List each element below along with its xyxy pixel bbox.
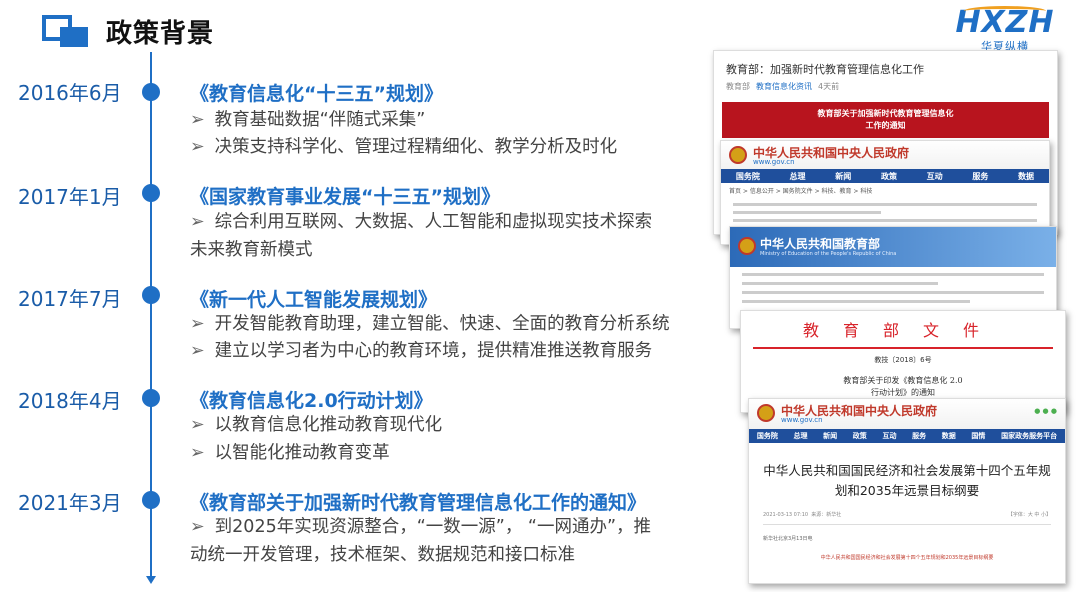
- timeline-bullet: ➢ 到2025年实现资源整合，“一数一源”， “一网通办”，推: [190, 517, 652, 537]
- timeline-entry-title: 《教育信息化2.0行动计划》: [190, 390, 433, 412]
- timeline-bullet: ➢ 开发智能教育助理，建立智能、快速、全面的教育分析系统: [190, 314, 670, 334]
- timeline-bullet: ➢ 建立以学习者为中心的教育环境，提供精准推送教育服务: [190, 341, 653, 361]
- timeline-dot: [142, 184, 160, 202]
- doc-meta-row: 2021-03-13 07:10 来源：新华社 【字体：大 中 小】: [763, 512, 1051, 518]
- share-icons: ● ● ●: [1034, 407, 1057, 415]
- doc-note: 新华社北京3月13日电: [763, 536, 813, 542]
- timeline-entry-title: 《国家教育事业发展“十三五”规划》: [190, 186, 500, 208]
- doc-meta: 教育部 教育信息化资讯 4天前: [726, 82, 840, 91]
- bullet-arrow-icon: ➢: [190, 314, 205, 334]
- moe-site-subtitle: Ministry of Education of the People's Re…: [760, 251, 897, 257]
- doc-red-banner: 教育部关于加强新时代教育管理信息化 工作的通知: [722, 102, 1049, 138]
- bullet-arrow-icon: ➢: [190, 212, 205, 232]
- timeline-dot: [142, 491, 160, 509]
- timeline-dot: [142, 389, 160, 407]
- gov-site-url: www.gov.cn: [781, 416, 823, 424]
- bullet-arrow-icon: ➢: [190, 415, 205, 435]
- doc-red-rule: [753, 347, 1053, 349]
- gov-nav-bar: 国务院 总理 新闻 政策 互动 服务 数据: [721, 169, 1049, 183]
- timeline-bullet-continuation: 动统一开发管理，技术框架、数据规范和接口标准: [190, 545, 575, 565]
- timeline-bullet: ➢ 综合利用互联网、大数据、人工智能和虚拟现实技术探索: [190, 212, 653, 232]
- doc-footer-title: 中华人民共和国国民经济和社会发展第十四个五年规划和2035年远景目标纲要: [820, 555, 994, 561]
- logo-swoosh-icon: [964, 6, 1046, 16]
- doc-subject: 教育部关于印发《教育信息化 2.0 行动计划》的通知: [843, 376, 963, 397]
- timeline-entry-title: 《新一代人工智能发展规划》: [190, 289, 438, 311]
- bullet-arrow-icon: ➢: [190, 110, 205, 130]
- document-screenshot-five-year-plan: 中华人民共和国中央人民政府 www.gov.cn ● ● ● 国务院 总理 新闻…: [748, 398, 1066, 584]
- doc-red-heading: 教育部文件: [802, 321, 1003, 340]
- gov-nav-bar: 国务院 总理 新闻 政策 互动 服务 数据 国情 国家政务服务平台: [749, 429, 1065, 443]
- timeline-date: 2017年1月: [18, 185, 122, 209]
- moe-site-name: 中华人民共和国教育部: [760, 237, 881, 251]
- timeline-entry-title: 《教育部关于加强新时代教育管理信息化工作的通知》: [190, 492, 647, 514]
- doc-number: 教技〔2018〕6号: [874, 356, 932, 364]
- doc-heading: 教育部：加强新时代教育管理信息化工作: [726, 63, 924, 76]
- timeline-bullet-continuation: 未来教育新模式: [190, 240, 313, 260]
- bullet-arrow-icon: ➢: [190, 517, 205, 537]
- timeline-arrow-icon: [146, 576, 156, 584]
- timeline-date: 2021年3月: [18, 491, 122, 515]
- timeline-date: 2017年7月: [18, 287, 122, 311]
- timeline-date: 2016年6月: [18, 81, 122, 105]
- doc-main-title: 中华人民共和国国民经济和社会发展第十四个五年规 划和2035年远景目标纲要: [763, 463, 1051, 498]
- timeline-date: 2018年4月: [18, 389, 122, 413]
- timeline-dot: [142, 286, 160, 304]
- gov-breadcrumb: 首页 > 信息公开 > 国务院文件 > 科技、教育 > 科技: [729, 188, 873, 195]
- page-title: 政策背景: [106, 19, 215, 49]
- national-emblem-icon: [738, 237, 756, 255]
- bullet-arrow-icon: ➢: [190, 137, 205, 157]
- bullet-arrow-icon: ➢: [190, 341, 205, 361]
- timeline-bullet: ➢ 以教育信息化推动教育现代化: [190, 415, 443, 435]
- timeline-entry-title: 《教育信息化“十三五”规划》: [190, 83, 443, 105]
- national-emblem-icon: [729, 146, 747, 164]
- company-logo: HXZH 华夏纵横: [950, 6, 1060, 56]
- timeline-bullet: ➢ 以智能化推动教育变革: [190, 443, 390, 463]
- timeline-bullet: ➢ 决策支持科学化、管理过程精细化、教学分析及时化: [190, 137, 618, 157]
- title-icon: [42, 15, 88, 47]
- gov-site-url: www.gov.cn: [753, 158, 795, 166]
- bullet-arrow-icon: ➢: [190, 443, 205, 463]
- timeline-dot: [142, 83, 160, 101]
- timeline-bullet: ➢ 教育基础数据“伴随式采集”: [190, 110, 426, 130]
- national-emblem-icon: [757, 404, 775, 422]
